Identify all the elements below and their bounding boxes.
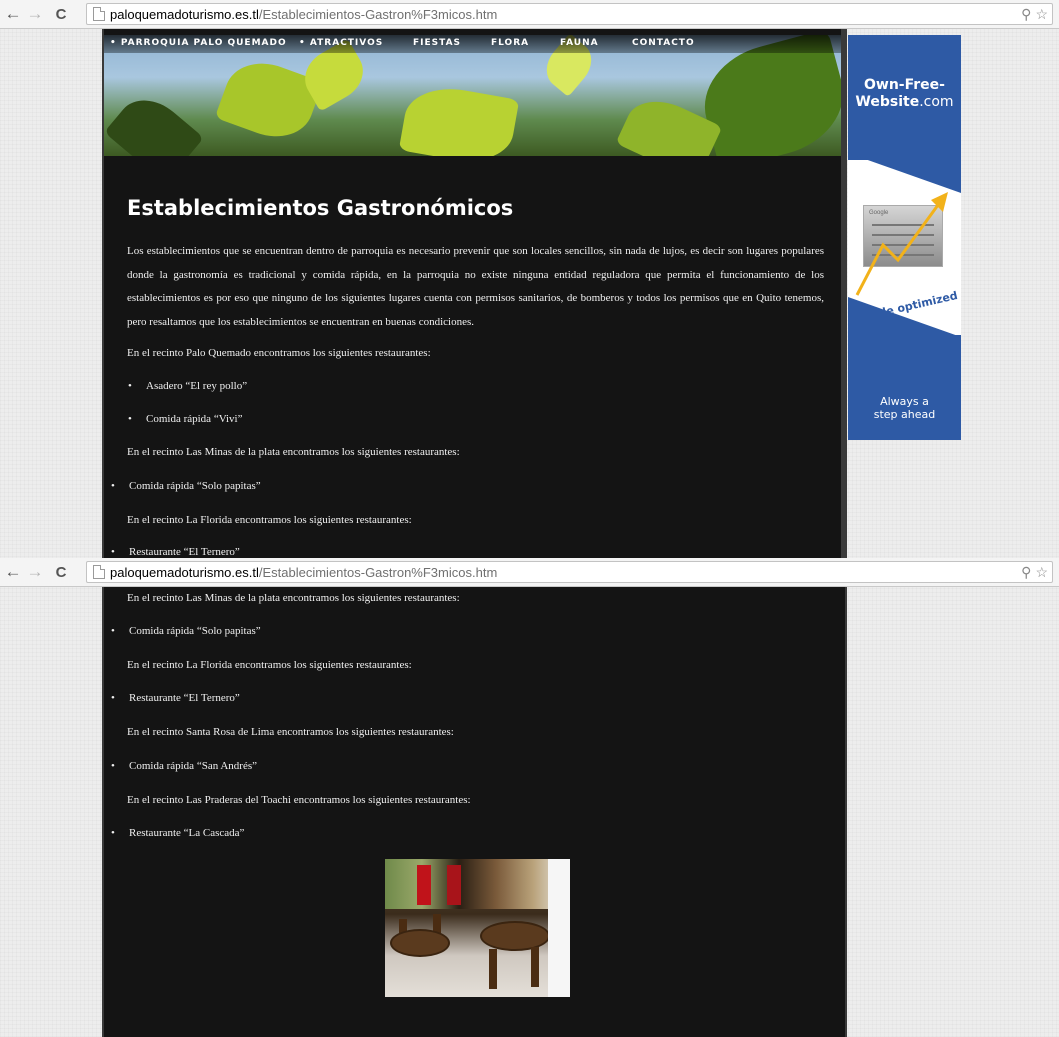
sidebar-advertisement[interactable]: Own-Free- Website.com Google Google opti… [848, 35, 961, 440]
ad-title: Own-Free- Website.com [848, 77, 961, 111]
browser-toolbar: ← → C paloquemadoturismo.es.tl/Estableci… [0, 0, 1059, 29]
omnibox-actions: ⚲ ☆ [1021, 6, 1048, 23]
restaurant-photo [385, 859, 570, 997]
photo-detail [531, 947, 539, 987]
main-navigation: • PARROQUIA PALO QUEMADO • ATRACTIVOS FI… [104, 35, 841, 53]
address-bar[interactable]: paloquemadoturismo.es.tl/Establecimiento… [86, 561, 1053, 583]
ad-title-line2: Website.com [848, 94, 961, 111]
address-bar[interactable]: paloquemadoturismo.es.tl/Establecimiento… [86, 3, 1053, 25]
recinto-las-minas-text: En el recinto Las Minas de la plata enco… [127, 592, 460, 604]
nav-item-contacto[interactable]: CONTACTO [632, 38, 695, 48]
recinto-santa-rosa-text: En el recinto Santa Rosa de Lima encontr… [127, 726, 454, 738]
recinto-la-florida-text: En el recinto La Florida encontramos los… [127, 659, 412, 671]
nav-item-parroquia[interactable]: • PARROQUIA PALO QUEMADO [110, 38, 287, 48]
url-host: paloquemadoturismo.es.tl [110, 6, 259, 22]
reload-icon[interactable]: C [52, 561, 70, 583]
nav-item-flora[interactable]: FLORA [491, 38, 529, 48]
photo-detail [480, 921, 550, 951]
recinto-praderas-text: En el recinto Las Praderas del Toachi en… [127, 794, 471, 806]
leaf-shape [398, 80, 520, 156]
url-host: paloquemadoturismo.es.tl [110, 564, 259, 580]
omnibox-actions: ⚲ ☆ [1021, 564, 1048, 581]
ad-divider [848, 297, 961, 337]
url-path: /Establecimientos-Gastron%F3micos.htm [258, 6, 498, 22]
nav-item-fiestas[interactable]: FIESTAS [413, 38, 461, 48]
list-item: Asadero “El rey pollo” [128, 380, 247, 392]
recinto-palo-quemado-text: En el recinto Palo Quemado encontramos l… [127, 347, 431, 359]
zoom-icon[interactable]: ⚲ [1021, 6, 1031, 23]
reload-icon[interactable]: C [52, 3, 70, 25]
intro-paragraph: Los establecimientos que se encuentran d… [127, 245, 824, 328]
list-item: Restaurante “El Ternero” [111, 692, 240, 704]
ad-tagline: Always a step ahead [848, 395, 961, 421]
bookmark-star-icon[interactable]: ☆ [1035, 6, 1048, 23]
forward-arrow-icon[interactable]: → [26, 3, 44, 25]
ad-tagline-line1: Always a [880, 395, 929, 408]
photo-wall [385, 859, 570, 909]
ad-tagline-line2: step ahead [873, 408, 936, 421]
photo-detail [489, 949, 497, 989]
ad-divider [848, 153, 961, 193]
ad-title-suffix: .com [919, 94, 954, 110]
recinto-las-minas-text: En el recinto Las Minas de la plata enco… [127, 446, 460, 458]
photo-detail [390, 929, 450, 957]
list-item: Comida rápida “San Andrés” [111, 760, 257, 772]
page-title: Establecimientos Gastronómicos [127, 196, 514, 220]
site-frame-border-right [841, 29, 847, 559]
header-banner-image [104, 35, 841, 156]
ad-bottom-panel [848, 335, 961, 440]
ad-title-brand: Website [855, 94, 920, 110]
forward-arrow-icon[interactable]: → [26, 561, 44, 583]
ad-trend-arrow-icon [855, 192, 948, 296]
photo-detail [417, 865, 431, 905]
recinto-la-florida-text: En el recinto La Florida encontramos los… [127, 514, 412, 526]
ad-title-line1: Own-Free- [864, 77, 945, 93]
list-item: Comida rápida “Solo papitas” [111, 625, 261, 637]
nav-label: ATRACTIVOS [309, 38, 384, 48]
photo-window [548, 859, 570, 997]
leaf-shape [104, 86, 204, 156]
page-icon [93, 7, 105, 21]
nav-label: PARROQUIA PALO QUEMADO [120, 38, 287, 48]
list-item: Restaurante “La Cascada” [111, 827, 245, 839]
list-item: Comida rápida “Vivi” [128, 413, 243, 425]
page-icon [93, 565, 105, 579]
photo-detail [447, 865, 461, 905]
back-arrow-icon[interactable]: ← [4, 3, 22, 25]
list-item: Comida rápida “Solo papitas” [111, 480, 261, 492]
site-frame-border-right [845, 586, 847, 1037]
site-frame-border-left [102, 586, 104, 1037]
list-item: Restaurante “El Ternero” [111, 546, 240, 558]
nav-item-fauna[interactable]: FAUNA [560, 38, 599, 48]
zoom-icon[interactable]: ⚲ [1021, 564, 1031, 581]
url-path: /Establecimientos-Gastron%F3micos.htm [258, 564, 498, 580]
browser-toolbar-second: ← → C paloquemadoturismo.es.tl/Estableci… [0, 558, 1059, 587]
back-arrow-icon[interactable]: ← [4, 561, 22, 583]
bookmark-star-icon[interactable]: ☆ [1035, 564, 1048, 581]
nav-item-atractivos[interactable]: • ATRACTIVOS [299, 38, 383, 48]
